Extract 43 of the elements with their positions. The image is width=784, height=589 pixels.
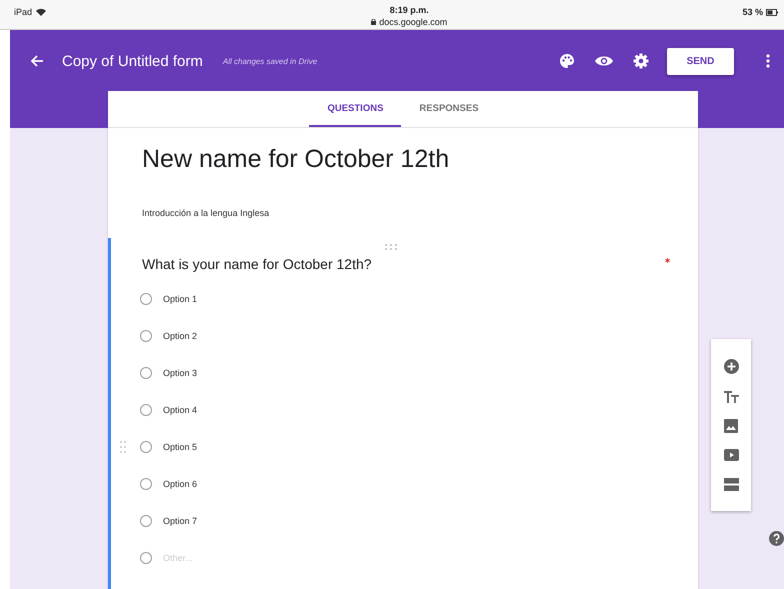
tab[interactable]: RESPONSES xyxy=(401,91,497,127)
radio-button[interactable] xyxy=(140,404,152,416)
section-icon[interactable] xyxy=(724,478,738,491)
device-name: iPad xyxy=(14,7,32,17)
eye-icon[interactable] xyxy=(595,55,613,67)
option-label[interactable]: Option 6 xyxy=(163,478,198,488)
help-icon[interactable] xyxy=(769,531,784,546)
form-description: Introducción a la lengua Inglesa xyxy=(142,208,270,218)
video-icon[interactable] xyxy=(724,449,738,462)
wifi-icon xyxy=(36,8,46,16)
clock-time: 8:19 p.m. xyxy=(390,5,429,15)
radio-button[interactable] xyxy=(140,330,152,342)
text-size-icon[interactable] xyxy=(724,390,738,403)
settings-icon[interactable] xyxy=(633,53,649,69)
battery-icon xyxy=(766,8,778,16)
battery-percent: 53 % xyxy=(742,7,763,17)
question-title: What is your name for October 12th? xyxy=(142,256,372,272)
radio-button[interactable] xyxy=(140,366,152,378)
option-label[interactable]: Option 4 xyxy=(163,404,198,414)
form-heading: New name for October 12th xyxy=(142,145,450,174)
radio-button[interactable] xyxy=(140,292,152,304)
radio-button[interactable] xyxy=(140,478,152,490)
option-label[interactable]: Option 5 xyxy=(163,442,198,452)
drag-handle-icon[interactable] xyxy=(384,244,396,250)
lock-icon xyxy=(371,19,376,25)
option-label[interactable]: Option 2 xyxy=(163,330,198,340)
palette-icon[interactable] xyxy=(559,53,575,69)
image-icon[interactable] xyxy=(724,418,738,433)
back-arrow-icon[interactable] xyxy=(30,54,44,68)
save-status: All changes saved in Drive xyxy=(222,56,318,66)
form-title: Copy of Untitled form xyxy=(62,52,203,70)
option-label[interactable]: Option 1 xyxy=(163,294,198,304)
drag-handle-icon[interactable] xyxy=(120,440,126,452)
option-label[interactable]: Option 3 xyxy=(163,368,198,378)
more-menu-icon[interactable] xyxy=(766,54,770,68)
radio-button[interactable] xyxy=(140,440,152,452)
radio-button[interactable] xyxy=(140,552,152,564)
tab[interactable]: QUESTIONS xyxy=(309,91,402,127)
option-label[interactable]: Option 7 xyxy=(163,516,198,526)
send-button[interactable]: SEND xyxy=(667,48,734,74)
add-circle-icon[interactable] xyxy=(724,359,738,374)
radio-button[interactable] xyxy=(140,514,152,526)
page-url: docs.google.com xyxy=(379,17,448,27)
